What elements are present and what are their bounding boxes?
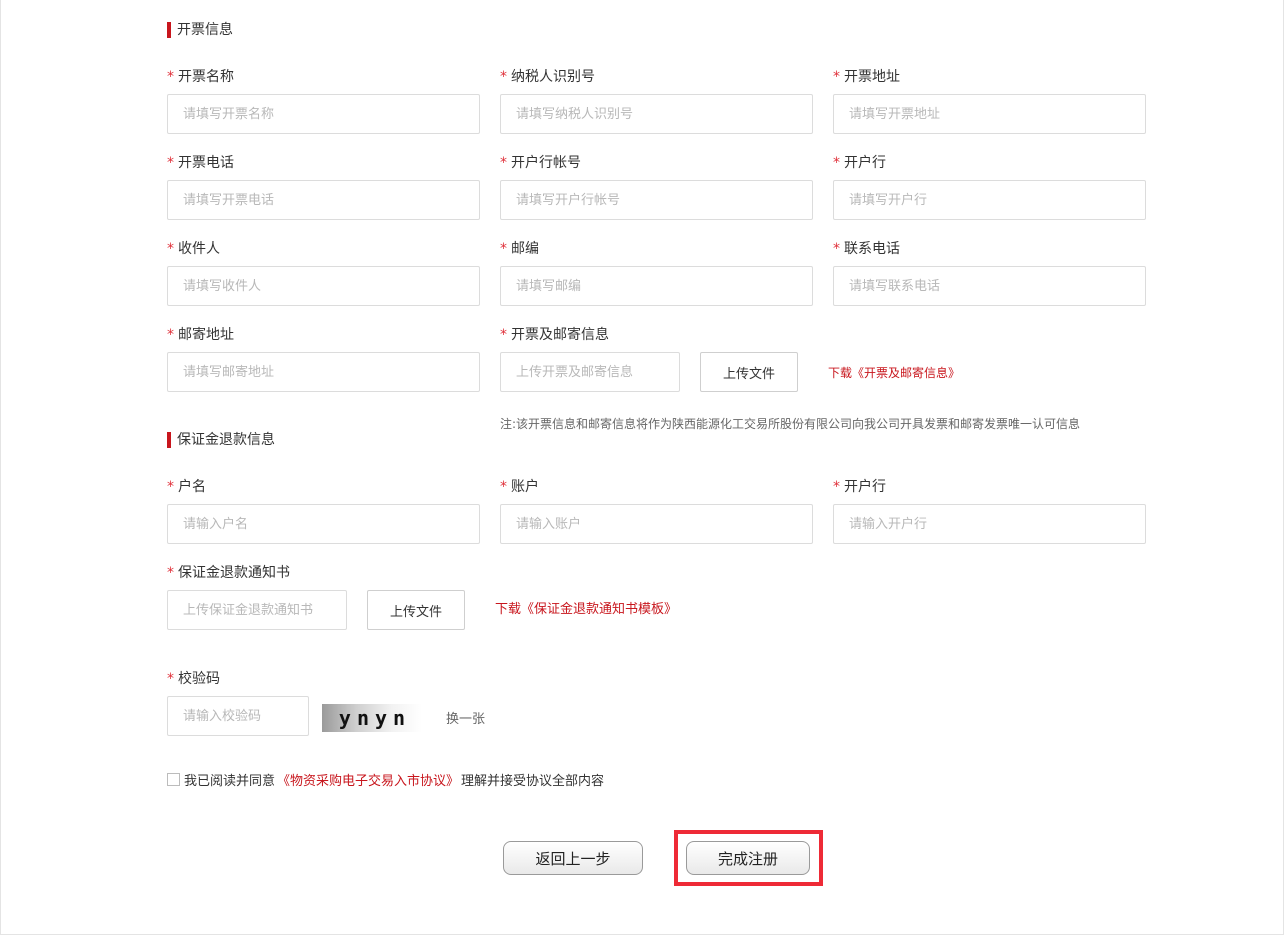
agreement-suffix: 理解并接受协议全部内容 [461,774,605,789]
invoice-name-input[interactable] [167,94,480,134]
download-invoice-template-link[interactable]: 下载《开票及邮寄信息》 [828,365,960,381]
form-container [0,0,1284,935]
label-bank-account: * 开户行帐号 [500,155,581,171]
verification-code-input[interactable] [167,696,309,736]
refund-notice-upload-field[interactable] [167,590,347,630]
label-invoice-address: * 开票地址 [833,69,900,85]
label-account-name: * 户名 [167,479,206,495]
back-button[interactable]: 返回上一步 [503,841,643,875]
download-refund-template-link[interactable]: 下载《保证金退款通知书模板》 [495,602,677,618]
label-verification-code: * 校验码 [167,671,220,687]
bank-account-input[interactable] [500,180,813,220]
section-title-refund: 保证金退款信息 [167,432,275,448]
label-invoice-name: * 开票名称 [167,69,234,85]
label-contact-phone: * 联系电话 [833,241,900,257]
label-invoice-phone: * 开票电话 [167,155,234,171]
label-postcode: * 邮编 [500,241,539,257]
refresh-captcha-link[interactable]: 换一张 [446,708,485,727]
captcha-image[interactable]: ynyn [322,704,422,732]
label-refund-notice: * 保证金退款通知书 [167,565,290,581]
label-taxpayer-id: * 纳税人识别号 [500,69,595,85]
complete-registration-button[interactable]: 完成注册 [686,841,810,875]
label-mailing-address: * 邮寄地址 [167,327,234,343]
agreement-link[interactable]: 《物资采购电子交易入市协议》 [277,770,459,789]
taxpayer-id-input[interactable] [500,94,813,134]
label-account: * 账户 [500,479,539,495]
invoice-note: 注:该开票信息和邮寄信息将作为陕西能源化工交易所股份有限公司向我公司开具发票和邮… [500,417,1081,431]
invoice-phone-input[interactable] [167,180,480,220]
bank-input[interactable] [833,180,1146,220]
upload-refund-file-button[interactable]: 上传文件 [367,590,465,630]
invoice-address-input[interactable] [833,94,1146,134]
label-invoice-mailing-info: * 开票及邮寄信息 [500,327,609,343]
upload-invoice-file-button[interactable]: 上传文件 [700,352,798,392]
invoice-mailing-upload-field[interactable] [500,352,680,392]
agreement-row: 我已阅读并同意 《物资采购电子交易入市协议》 理解并接受协议全部内容 [167,770,604,789]
label-refund-bank: * 开户行 [833,479,886,495]
contact-phone-input[interactable] [833,266,1146,306]
agreement-prefix: 我已阅读并同意 [184,774,276,789]
agreement-checkbox[interactable] [167,773,180,786]
account-name-input[interactable] [167,504,480,544]
refund-bank-input[interactable] [833,504,1146,544]
account-input[interactable] [500,504,813,544]
recipient-input[interactable] [167,266,480,306]
postcode-input[interactable] [500,266,813,306]
mailing-address-input[interactable] [167,352,480,392]
section-title-invoice: 开票信息 [167,22,233,38]
label-bank: * 开户行 [833,155,886,171]
label-recipient: * 收件人 [167,241,220,257]
